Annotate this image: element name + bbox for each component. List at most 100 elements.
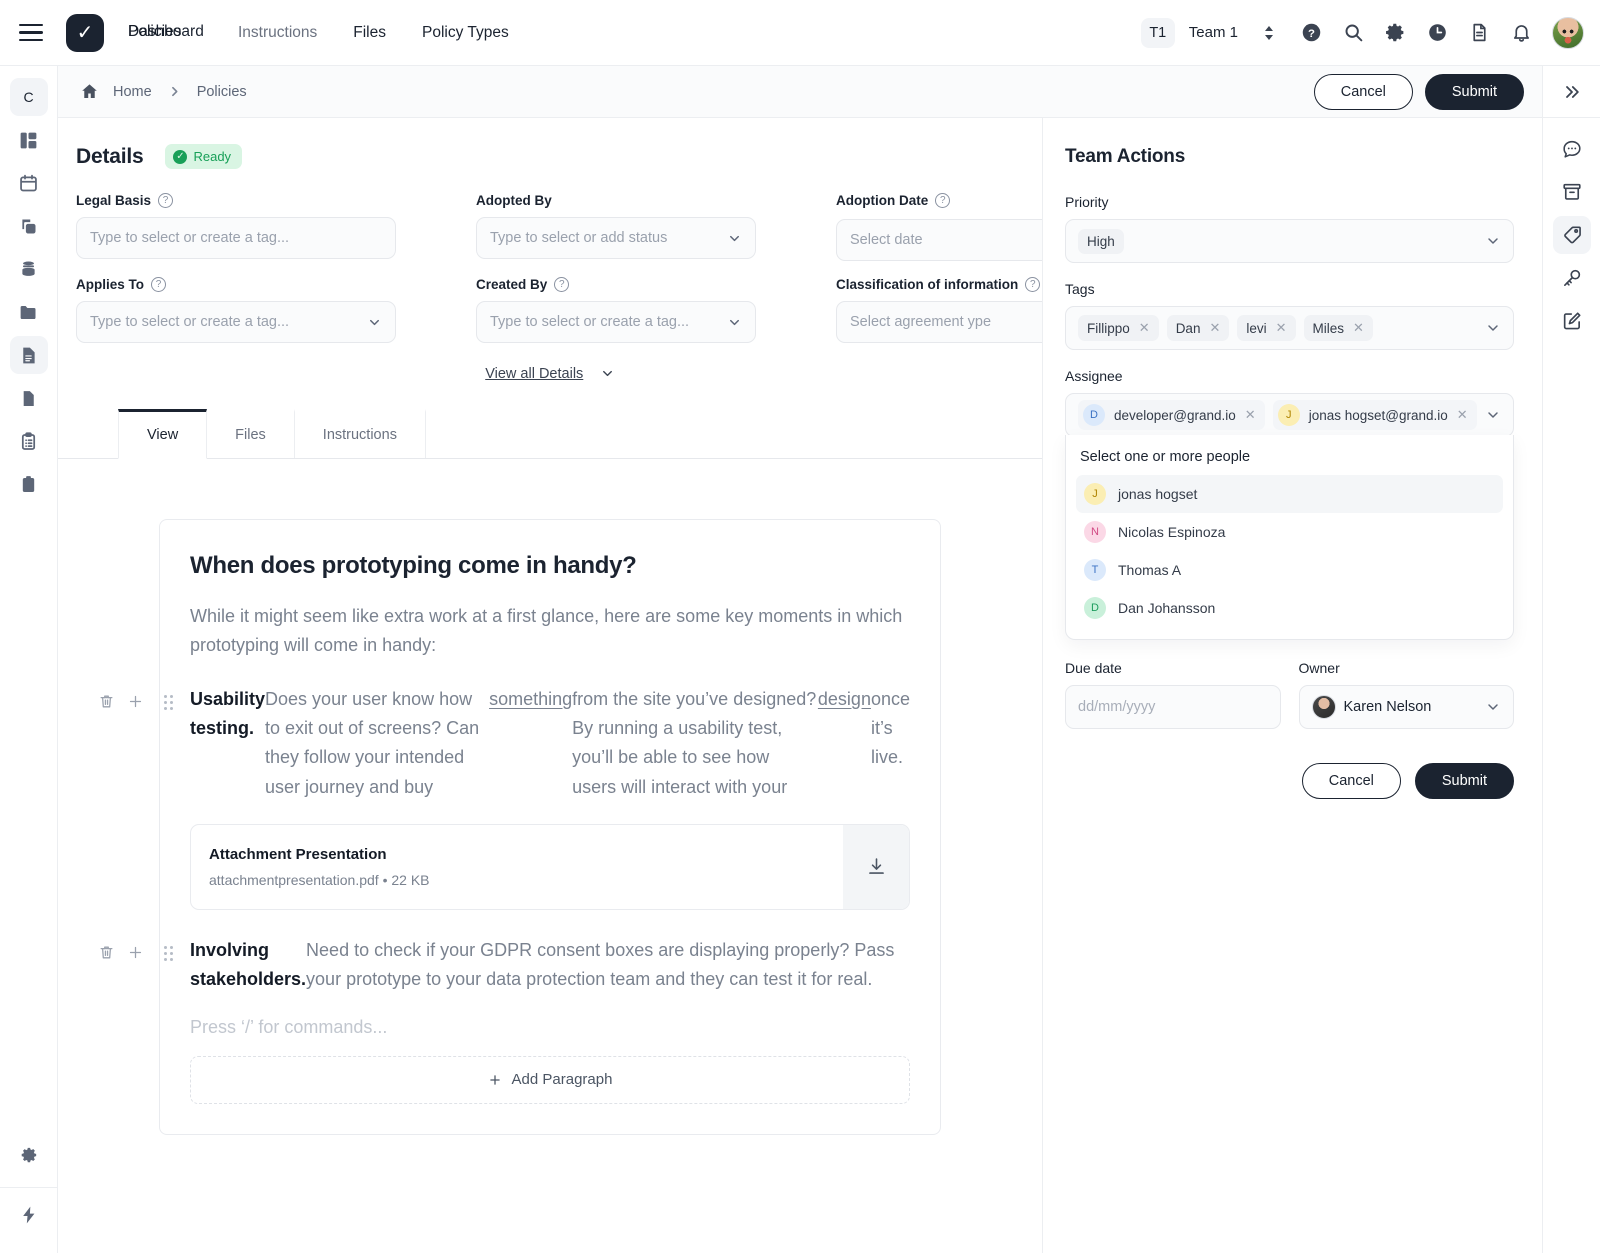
top-navigation-bar: ✓ Dashboard Policies Instructions Files … [0, 0, 1600, 66]
breadcrumb-home[interactable]: Home [113, 84, 152, 100]
key-icon[interactable] [1553, 259, 1591, 297]
adopted-by-input[interactable]: Type to select or add status [476, 217, 756, 259]
right-sidebar [1542, 66, 1600, 1253]
assignee-option-nicolas-espinoza[interactable]: N Nicolas Espinoza [1076, 513, 1503, 551]
due-date-input[interactable]: dd/mm/yyyy [1065, 685, 1281, 729]
expand-panel-button[interactable] [1542, 66, 1600, 118]
remove-tag-icon[interactable]: ✕ [1353, 320, 1364, 336]
updown-selector-icon[interactable] [1250, 14, 1288, 52]
view-all-details-label[interactable]: View all Details [485, 366, 583, 382]
avatar[interactable] [1552, 16, 1584, 49]
inline-link-design[interactable]: design [818, 685, 871, 802]
chat-bubble-icon[interactable] [1553, 130, 1591, 168]
database-icon[interactable] [10, 250, 48, 288]
priority-select[interactable]: High [1065, 219, 1514, 263]
submit-button[interactable]: Submit [1424, 73, 1524, 110]
folder-icon[interactable] [10, 293, 48, 331]
clipboard-list-icon[interactable] [10, 422, 48, 460]
archive-box-icon[interactable] [1553, 173, 1591, 211]
tags-select[interactable]: Fillippo ✕ Dan ✕ levi ✕ Miles ✕ [1065, 306, 1514, 350]
page-icon[interactable] [10, 379, 48, 417]
created-by-input[interactable]: Type to select or create a tag... [476, 301, 756, 343]
tag-chip[interactable]: levi ✕ [1237, 315, 1296, 341]
chevron-down-icon[interactable] [1485, 320, 1501, 336]
tag-chip[interactable]: Fillippo ✕ [1078, 315, 1159, 341]
owner-select[interactable]: Karen Nelson [1298, 685, 1514, 729]
chevron-down-icon[interactable] [727, 315, 742, 330]
drag-handle-icon[interactable] [164, 694, 174, 710]
remove-assignee-icon[interactable]: ✕ [1245, 407, 1256, 423]
document-lines-icon[interactable] [9, 336, 48, 374]
bell-icon[interactable] [1502, 14, 1540, 52]
add-paragraph-button[interactable]: Add Paragraph [190, 1055, 910, 1104]
help-icon[interactable]: ? [1292, 14, 1330, 52]
assignee-option-thomas-a[interactable]: T Thomas A [1076, 551, 1503, 589]
view-all-details-toggle[interactable]: View all Details [58, 365, 1042, 383]
editor-placeholder[interactable]: Press ‘/’ for commands... [190, 1017, 910, 1038]
clipboard-icon[interactable] [10, 465, 48, 503]
attachment-card[interactable]: Attachment Presentation attachmentpresen… [190, 823, 910, 910]
tag-chip[interactable]: Miles ✕ [1303, 315, 1373, 341]
help-icon[interactable]: ? [935, 193, 951, 208]
check-logo[interactable]: ✓ [66, 13, 104, 52]
team-badge[interactable]: T1 [1140, 17, 1175, 48]
hamburger-icon[interactable] [14, 16, 48, 50]
calendar-icon[interactable] [10, 164, 48, 202]
gear-icon[interactable] [10, 1136, 48, 1174]
assignee-option-dan-johansson[interactable]: D Dan Johansson [1076, 589, 1503, 627]
assignee-chip[interactable]: J jonas hogset@grand.io ✕ [1272, 400, 1477, 430]
legal-basis-input[interactable]: Type to select or create a tag... [76, 217, 396, 259]
nav-item-policy-types[interactable]: Policy Types [404, 24, 527, 42]
clock-icon[interactable] [1418, 14, 1456, 52]
tag-icon[interactable] [1552, 216, 1591, 254]
chevron-down-icon[interactable] [367, 315, 382, 330]
help-icon[interactable]: ? [1025, 277, 1041, 292]
adoption-date-input[interactable]: Select date [836, 219, 1042, 261]
classification-input[interactable]: Select agreement ype [836, 301, 1042, 343]
search-icon[interactable] [1334, 14, 1372, 52]
drag-handle-icon[interactable] [164, 945, 174, 961]
cancel-button[interactable]: Cancel [1313, 73, 1413, 110]
tab-files[interactable]: Files [207, 409, 295, 458]
chevron-down-icon[interactable] [600, 366, 615, 381]
chevron-down-icon[interactable] [727, 231, 742, 246]
help-icon[interactable]: ? [151, 277, 167, 292]
tag-chip[interactable]: Dan ✕ [1166, 315, 1230, 341]
lightning-icon[interactable] [10, 1196, 48, 1234]
chevron-down-icon[interactable] [1485, 233, 1501, 249]
chevron-down-icon[interactable] [1485, 407, 1501, 423]
dashboard-grid-icon[interactable] [10, 121, 48, 159]
help-icon[interactable]: ? [554, 277, 570, 292]
copy-icon[interactable] [10, 207, 48, 245]
document-icon[interactable] [1460, 14, 1498, 52]
add-block-icon[interactable] [127, 944, 144, 961]
remove-tag-icon[interactable]: ✕ [1139, 320, 1150, 336]
assignee-chip[interactable]: D developer@grand.io ✕ [1078, 400, 1265, 430]
tab-view[interactable]: View [118, 409, 208, 459]
delete-block-icon[interactable] [98, 944, 115, 961]
add-block-icon[interactable] [127, 693, 144, 710]
nav-item-policies[interactable]: Policies [128, 23, 181, 41]
assignee-option-jonas-hogset[interactable]: J jonas hogset [1076, 475, 1503, 513]
remove-assignee-icon[interactable]: ✕ [1457, 407, 1468, 423]
chevron-down-icon[interactable] [1485, 699, 1501, 715]
delete-block-icon[interactable] [98, 693, 115, 710]
nav-item-instructions[interactable]: Instructions [220, 24, 335, 42]
remove-tag-icon[interactable]: ✕ [1209, 320, 1220, 336]
inline-link-something[interactable]: something [489, 685, 572, 802]
assignee-select[interactable]: D developer@grand.io ✕ J jonas hogset@gr… [1065, 393, 1514, 437]
help-icon[interactable]: ? [158, 193, 174, 208]
home-icon[interactable] [80, 82, 99, 101]
panel-cancel-button[interactable]: Cancel [1301, 763, 1401, 799]
nav-item-files[interactable]: Files [335, 24, 404, 42]
gear-icon[interactable] [1376, 14, 1414, 52]
tab-instructions[interactable]: Instructions [295, 409, 426, 458]
chevrons-right-icon[interactable] [1553, 73, 1591, 111]
remove-tag-icon[interactable]: ✕ [1276, 320, 1287, 336]
download-icon[interactable] [843, 824, 909, 909]
applies-to-input[interactable]: Type to select or create a tag... [76, 301, 396, 343]
breadcrumb-policies[interactable]: Policies [197, 84, 247, 100]
panel-submit-button[interactable]: Submit [1414, 763, 1514, 799]
edit-square-icon[interactable] [1553, 302, 1591, 340]
sidebar-item-c[interactable]: C [9, 78, 48, 116]
